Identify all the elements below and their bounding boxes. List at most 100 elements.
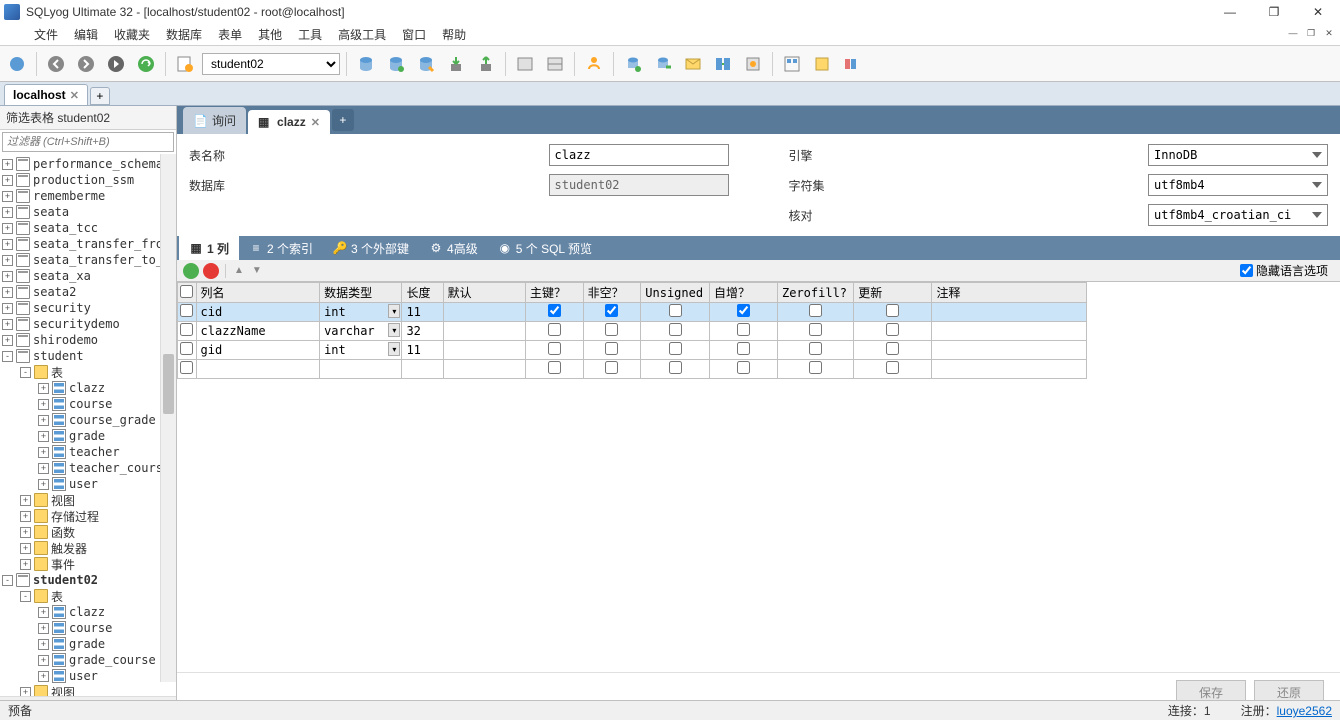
expand-icon[interactable]: + [2,159,13,170]
expand-icon[interactable]: - [2,351,13,362]
expand-icon[interactable]: + [2,287,13,298]
tree-node[interactable]: +存储过程 [0,508,176,524]
tree-node[interactable]: +production_ssm [0,172,176,188]
table-row[interactable] [178,360,1087,379]
tool-icon-13[interactable] [809,51,835,77]
tree-node[interactable]: +course [0,620,176,636]
editor-tab[interactable]: ▦clazz✕ [248,110,330,134]
refresh-icon[interactable] [133,51,159,77]
expand-icon[interactable]: + [38,447,49,458]
sub-tab[interactable]: ≡2 个索引 [239,236,323,261]
tool-icon-6[interactable] [581,51,607,77]
expand-icon[interactable]: + [38,607,49,618]
tree-node[interactable]: +securitydemo [0,316,176,332]
menu-高级工具[interactable]: 高级工具 [330,26,394,44]
dropdown-icon[interactable]: ▾ [388,323,400,337]
col-unsigned[interactable] [641,303,710,322]
sub-tab[interactable]: ⚙4高级 [419,236,488,261]
col-notnull[interactable] [583,303,641,322]
col-type[interactable] [320,360,402,379]
col-length[interactable] [402,360,443,379]
charset-select[interactable]: utf8mb4 [1148,174,1328,196]
menu-其他[interactable]: 其他 [250,26,290,44]
close-icon[interactable]: ✕ [311,116,320,129]
tree-node[interactable]: +seata_tcc [0,220,176,236]
tool-icon-9[interactable] [680,51,706,77]
menu-收藏夹[interactable]: 收藏夹 [106,26,158,44]
tree-node[interactable]: -student [0,348,176,364]
tool-icon-3[interactable] [413,51,439,77]
tree-node[interactable]: +seata [0,204,176,220]
sub-tab[interactable]: ◉5 个 SQL 预览 [488,236,602,261]
col-default[interactable] [443,341,525,360]
expand-icon[interactable]: + [2,223,13,234]
tree-node[interactable]: +clazz [0,380,176,396]
expand-icon[interactable]: + [20,543,31,554]
menu-窗口[interactable]: 窗口 [394,26,434,44]
dropdown-icon[interactable]: ▾ [388,304,400,318]
col-length[interactable]: 11 [402,303,443,322]
col-notnull[interactable] [583,341,641,360]
expand-icon[interactable]: + [2,271,13,282]
tree-node[interactable]: +security [0,300,176,316]
tree-node[interactable]: +视图 [0,492,176,508]
expand-icon[interactable]: + [38,671,49,682]
column-header[interactable]: 注释 [932,283,1087,303]
hide-language-checkbox[interactable]: 隐藏语言选项 [1240,262,1328,279]
col-update[interactable] [854,341,932,360]
expand-icon[interactable]: + [20,559,31,570]
tree-node[interactable]: +course [0,396,176,412]
col-default[interactable] [443,303,525,322]
expand-icon[interactable]: + [38,399,49,410]
col-zerofill[interactable] [778,360,854,379]
sub-tab[interactable]: ▦1 列 [179,236,239,261]
expand-icon[interactable]: - [20,591,31,602]
expand-icon[interactable]: + [38,479,49,490]
col-update[interactable] [854,303,932,322]
menu-编辑[interactable]: 编辑 [66,26,106,44]
expand-icon[interactable]: + [38,655,49,666]
col-autoinc[interactable] [710,360,778,379]
close-icon[interactable]: ✕ [70,89,79,102]
new-connection-icon[interactable] [4,51,30,77]
menu-数据库[interactable]: 数据库 [158,26,210,44]
expand-icon[interactable]: + [38,383,49,394]
dropdown-icon[interactable]: ▾ [388,342,400,356]
nav-forward-icon[interactable] [73,51,99,77]
tree-node[interactable]: +performance_schema [0,156,176,172]
tree-node[interactable]: +rememberme [0,188,176,204]
col-autoinc[interactable] [710,322,778,341]
connection-tab[interactable]: localhost ✕ [4,84,88,105]
minimize-button[interactable]: — [1208,0,1252,24]
execute-icon[interactable] [103,51,129,77]
sub-tab[interactable]: 🔑3 个外部键 [323,236,419,261]
col-autoinc[interactable] [710,341,778,360]
tool-icon-10[interactable] [710,51,736,77]
tool-icon-14[interactable] [839,51,865,77]
column-header[interactable]: Zerofill? [778,283,854,303]
col-name[interactable]: clazzName [196,322,320,341]
col-update[interactable] [854,360,932,379]
col-zerofill[interactable] [778,303,854,322]
table-row[interactable]: cidint▾11 [178,303,1087,322]
expand-icon[interactable]: - [2,575,13,586]
tool-icon-5[interactable] [542,51,568,77]
tree-node[interactable]: +user [0,476,176,492]
column-header[interactable]: 自增？ [710,283,778,303]
col-length[interactable]: 11 [402,341,443,360]
expand-icon[interactable]: + [38,415,49,426]
column-header[interactable]: 长度 [402,283,443,303]
expand-icon[interactable]: + [38,463,49,474]
schema-tree[interactable]: +performance_schema+production_ssm+remem… [0,154,176,696]
tree-node[interactable]: +grade_course [0,652,176,668]
col-name[interactable]: gid [196,341,320,360]
collation-select[interactable]: utf8mb4_croatian_ci [1148,204,1328,226]
tree-node[interactable]: +事件 [0,556,176,572]
tree-node[interactable]: +shirodemo [0,332,176,348]
col-type[interactable]: int▾ [320,341,402,360]
tree-vscrollbar[interactable] [160,154,176,682]
col-type[interactable]: int▾ [320,303,402,322]
col-length[interactable]: 32 [402,322,443,341]
tool-icon-12[interactable] [779,51,805,77]
add-connection-button[interactable]: + [90,87,110,105]
